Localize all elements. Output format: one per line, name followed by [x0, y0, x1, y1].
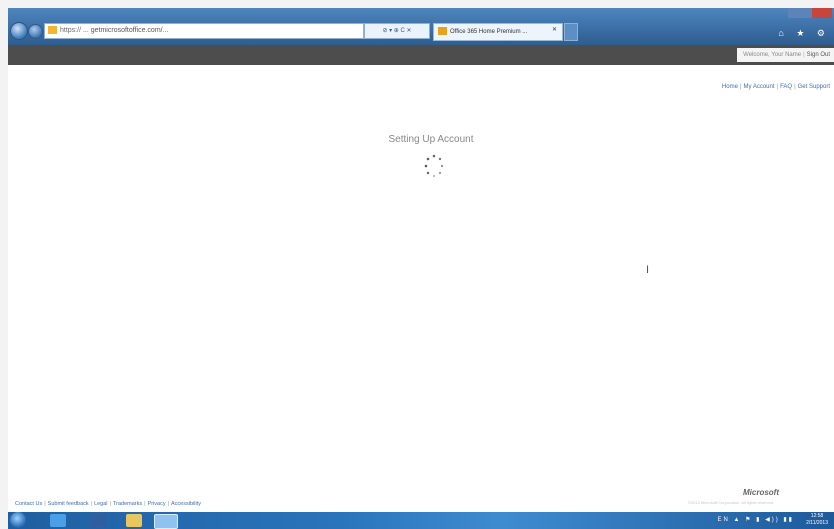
address-url: ... getmicrosoftoffice.com/... — [82, 27, 169, 34]
system-tray-icons[interactable]: EN ▲ ⚑ ▮ ◀)) ▮▮ — [717, 516, 794, 523]
footer-links: Contact Us | Submit feedback | Legal | Tradema… — [15, 501, 201, 507]
tab-office-home-premium[interactable]: Office 365 Home Premium ... — [433, 23, 563, 41]
welcome-box: Welcome, Your Name | Sign Out — [737, 48, 834, 62]
taskbar-clock[interactable]: 12:58 2/11/2013 — [806, 513, 828, 527]
start-button[interactable] — [10, 512, 26, 528]
browser-chrome: https:// ... getmicrosoftoffice.com/... … — [8, 8, 834, 45]
taskbar-active-browser-icon[interactable] — [154, 514, 178, 529]
footer-link-privacy[interactable]: Privacy — [148, 501, 166, 507]
top-nav-links: Home | My Account | FAQ | Get Support — [721, 84, 830, 90]
text-cursor-icon: I — [646, 264, 650, 276]
tab-favicon-icon — [438, 27, 447, 36]
site-favicon-icon — [48, 26, 57, 35]
site-header-bar: Welcome, Your Name | Sign Out — [8, 45, 834, 65]
tab-close-icon[interactable]: ✕ — [552, 26, 560, 35]
footer-link-contact[interactable]: Contact Us — [15, 501, 42, 507]
forward-button[interactable] — [28, 24, 43, 39]
window-controls[interactable] — [788, 8, 832, 18]
get-support-link[interactable]: Get Support — [798, 84, 830, 90]
taskbar-media-player-icon[interactable] — [90, 514, 106, 527]
loading-spinner-icon — [422, 152, 446, 180]
address-tools[interactable]: ⊘ ▾ ⊕ C ✕ — [364, 23, 430, 39]
welcome-text: Welcome, Your Name — [743, 52, 802, 58]
clock-time: 12:58 — [810, 513, 824, 519]
address-bar[interactable]: https:// ... getmicrosoftoffice.com/... — [44, 23, 364, 39]
new-tab-button[interactable] — [564, 23, 578, 41]
status-title: Setting Up Account — [388, 134, 474, 145]
back-button[interactable] — [10, 22, 28, 40]
sign-out-link[interactable]: Sign Out — [807, 52, 830, 58]
browser-window: https:// ... getmicrosoftoffice.com/... … — [8, 8, 834, 529]
microsoft-logo: Microsoft — [743, 488, 779, 497]
address-prefix: https:// — [60, 27, 82, 34]
footer-link-feedback[interactable]: Submit feedback — [48, 501, 89, 507]
my-account-link[interactable]: My Account — [743, 84, 774, 90]
browser-tool-icons[interactable]: ⌂ ★ ⚙ — [778, 28, 830, 39]
footer-link-legal[interactable]: Legal — [94, 501, 107, 507]
faq-link[interactable]: FAQ — [780, 84, 792, 90]
home-link[interactable]: Home — [722, 84, 738, 90]
clock-date: 2/11/2013 — [806, 520, 828, 526]
tab-title: Office 365 Home Premium ... — [450, 29, 528, 35]
taskbar-folder-icon[interactable] — [126, 514, 142, 527]
taskbar-ie-icon[interactable] — [50, 514, 66, 527]
taskbar: EN ▲ ⚑ ▮ ◀)) ▮▮ 12:58 2/11/2013 — [8, 512, 834, 529]
footer-link-trademarks[interactable]: Trademarks — [113, 501, 142, 507]
footer-link-accessibility[interactable]: Accessibility — [171, 501, 201, 507]
copyright-text: ©2013 Microsoft Corporation. All rights … — [688, 500, 775, 505]
